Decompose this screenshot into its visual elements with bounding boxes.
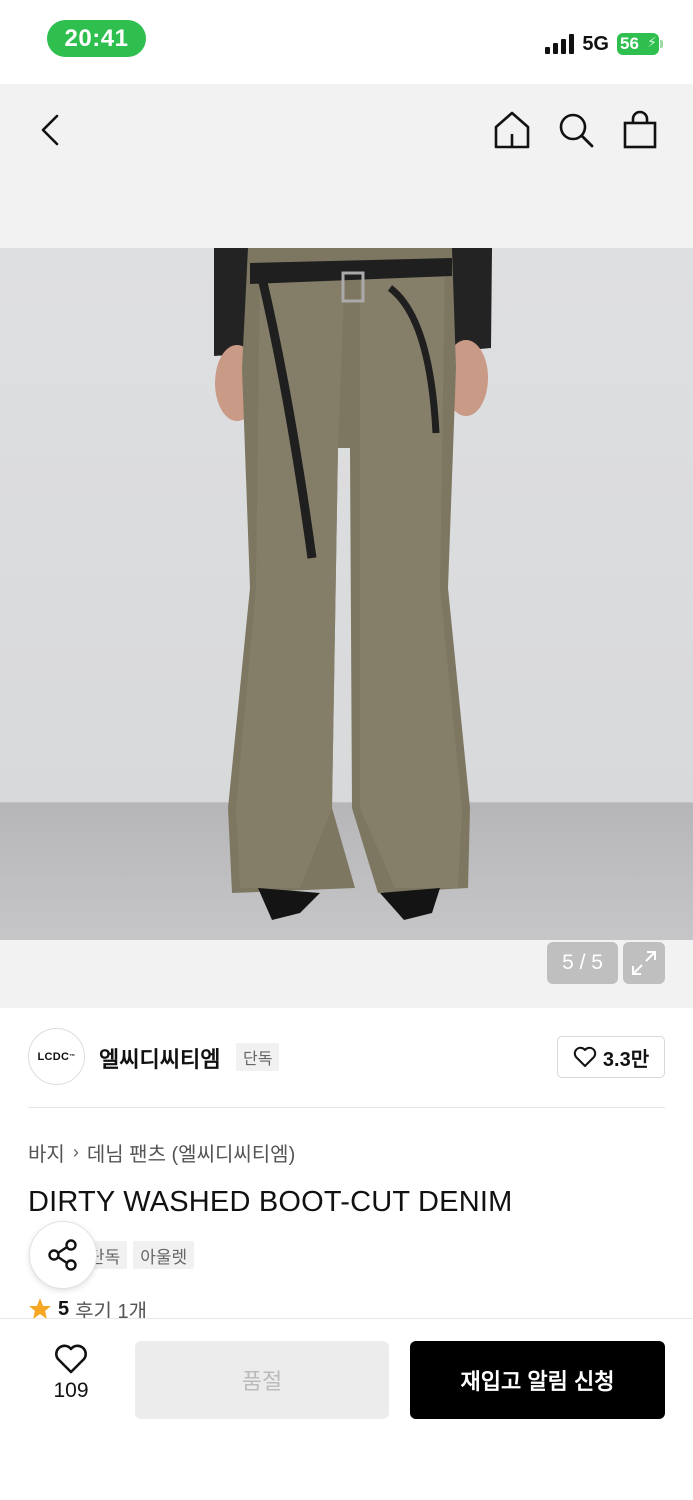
brand-exclusive-badge: 단독 [236,1043,280,1071]
product-photo[interactable] [0,248,693,940]
expand-image-button[interactable] [623,942,665,984]
back-icon [41,114,59,146]
brand-name[interactable]: 엘씨디씨티엠 [99,1042,220,1074]
share-icon [48,1239,77,1271]
battery-level: 56 [620,34,639,53]
brand-logo-text: LCDC [37,1050,70,1063]
bag-icon [623,110,657,149]
share-button[interactable] [29,1221,97,1289]
search-button[interactable] [554,108,598,152]
search-icon [559,113,594,148]
brand-like-button[interactable]: 3.3만 [557,1036,665,1078]
home-icon [494,111,530,149]
sold-out-button[interactable]: 품절 [135,1341,389,1419]
heart-icon [573,1046,597,1067]
breadcrumb: 바지 › 데님 팬츠 (엘씨디씨티엠) [28,1138,295,1167]
product-photo-illustration [214,248,492,920]
cart-button[interactable] [618,108,662,152]
signal-icon [545,34,575,54]
battery-icon: 56 ⚡ [617,33,663,55]
bottom-action-bar: 109 품절 재입고 알림 신청 [0,1318,693,1500]
brand-row: LCDC ™ 엘씨디씨티엠 단독 3.3만 [28,1028,665,1086]
network-type: 5G [582,32,609,55]
wishlist-count: 109 [53,1379,89,1402]
restock-alert-button[interactable]: 재입고 알림 신청 [410,1341,665,1419]
star-icon [29,1298,51,1319]
image-counter: 5 / 5 [547,942,618,984]
wishlist-button[interactable]: 109 [36,1343,106,1403]
brand-like-count: 3.3만 [602,1048,650,1071]
breadcrumb-subcategory[interactable]: 데님 팬츠 (엘씨디씨티엠) [87,1138,295,1167]
top-nav [0,84,693,176]
status-time: 20:41 [47,20,146,57]
charging-icon: ⚡ [647,34,657,50]
product-gallery[interactable]: 5 / 5 [0,84,693,1008]
heart-icon [55,1344,87,1374]
product-tags: 단독 아울렛 [82,1241,195,1269]
divider [28,1107,665,1108]
product-rating[interactable]: 5 후기 1개 [28,1298,147,1320]
expand-icon [632,951,656,975]
rating-score: 5 [58,1298,70,1320]
status-bar: 20:41 5G 56 ⚡ [0,0,693,84]
chevron-right-icon: › [72,1142,79,1162]
product-title: DIRTY WASHED BOOT-CUT DENIM [28,1186,513,1218]
review-count: 후기 1개 [75,1300,148,1321]
status-indicators: 5G 56 ⚡ [545,30,663,58]
tag-outlet: 아울렛 [133,1241,195,1269]
brand-logo-mark: ™ [69,1053,76,1060]
back-button[interactable] [28,108,72,152]
home-button[interactable] [490,108,534,152]
brand-logo[interactable]: LCDC ™ [28,1028,85,1085]
breadcrumb-category[interactable]: 바지 [28,1138,65,1167]
